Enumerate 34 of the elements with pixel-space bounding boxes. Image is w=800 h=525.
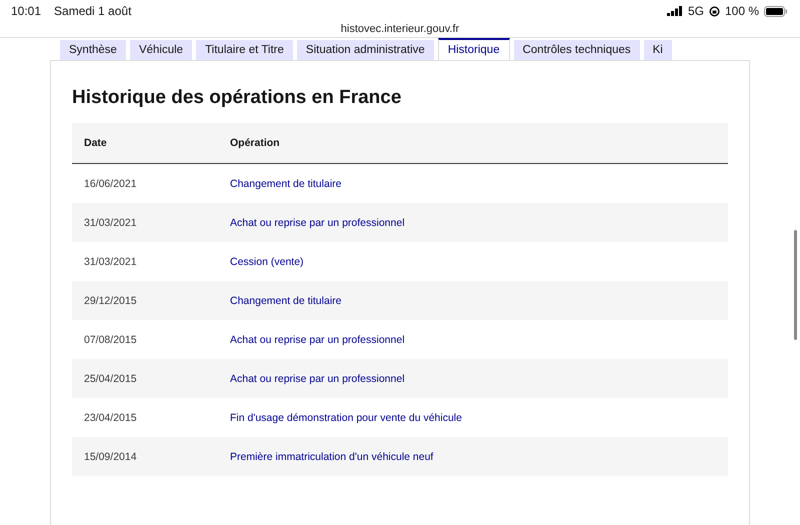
battery-percent: 100 % (724, 4, 759, 18)
rotation-lock-icon (708, 6, 720, 16)
date-cell: 15/09/2014 (72, 437, 218, 476)
tab[interactable]: Titulaire et Titre (196, 40, 293, 60)
date-cell: 16/06/2021 (72, 164, 218, 203)
operation-link[interactable]: Changement de titulaire (230, 178, 342, 190)
date-cell: 25/04/2015 (72, 359, 218, 398)
battery-icon (764, 6, 788, 16)
tab[interactable]: Véhicule (130, 40, 192, 60)
tab[interactable]: Ki (644, 40, 672, 60)
date-cell: 07/08/2015 (72, 320, 218, 359)
date-cell: 23/04/2015 (72, 398, 218, 437)
date-cell: 31/03/2021 (72, 203, 218, 242)
column-header: Opération (218, 123, 728, 164)
operation-link[interactable]: Cession (vente) (230, 256, 304, 268)
date-cell: 29/12/2015 (72, 281, 218, 320)
clock-time: 10:01 (11, 4, 42, 18)
column-header: Date (72, 123, 218, 164)
section-title: Historique des opérations en France (72, 87, 402, 109)
signal-icon (666, 6, 683, 16)
operation-link[interactable]: Achat ou reprise par un professionnel (230, 216, 405, 228)
operation-link[interactable]: Première immatriculation d'un véhicule neuf (230, 450, 434, 462)
tab[interactable]: Contrôles techniques (514, 40, 640, 60)
tab[interactable]: Situation administrative (296, 40, 434, 60)
operation-link[interactable]: Achat ou reprise par un professionnel (230, 334, 405, 346)
operation-link[interactable]: Fin d'usage démonstration pour vente du véhicule (230, 412, 462, 424)
date-cell: 31/03/2021 (72, 242, 218, 281)
operation-link[interactable]: Changement de titulaire (230, 294, 342, 306)
url-text[interactable]: histovec.interieur.gouv.fr (0, 23, 800, 35)
tab[interactable]: Synthèse (60, 40, 126, 60)
tab[interactable]: Historique (438, 38, 510, 60)
network-label: 5G (688, 4, 704, 18)
operation-link[interactable]: Achat ou reprise par un professionnel (230, 372, 405, 384)
date-text: Samedi 1 août (54, 4, 132, 18)
